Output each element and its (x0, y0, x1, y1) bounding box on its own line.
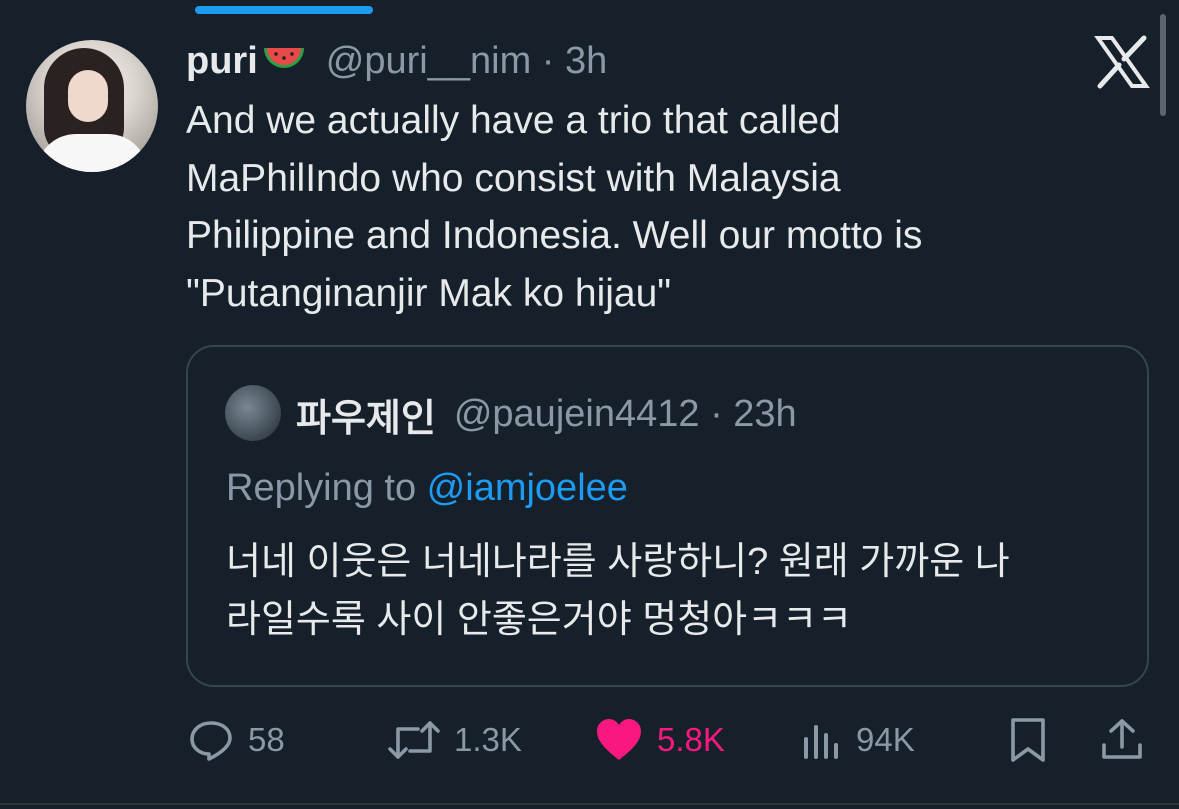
handle-and-time[interactable]: @puri__nim · 3h (326, 40, 607, 83)
reply-count: 58 (248, 721, 285, 758)
heart-icon (597, 719, 641, 760)
quote-display-name: 파우제인 (296, 397, 436, 440)
replying-to: Replying to @iamjoelee (226, 467, 628, 510)
like-count: 5.8K (657, 721, 725, 758)
quote-tweet-card[interactable]: 파우제인 @paujein4412 · 23h Replying to @iam… (186, 345, 1149, 687)
tweet-header: puri @puri__nim · 3h (186, 36, 607, 86)
action-bar: 58 1.3K 5.8K 94K (0, 710, 1179, 770)
like-button[interactable]: 5.8K (595, 710, 725, 770)
share-icon (1102, 719, 1142, 759)
tweet-text: And we actually have a trio that called … (186, 99, 923, 315)
reply-icon (190, 721, 232, 761)
views-count: 94K (856, 721, 915, 758)
avatar[interactable] (26, 40, 158, 172)
quote-text: 너네 이웃은 너네나라를 사랑하니? 원래 가까운 나 라일수록 사이 안좋은거… (226, 541, 1010, 641)
bookmark-button[interactable] (1009, 710, 1061, 770)
quote-header: 파우제인 @paujein4412 · 23h (296, 387, 797, 441)
bookmark-icon (1011, 718, 1045, 762)
views-button[interactable]: 94K (802, 710, 915, 770)
reply-button[interactable]: 58 (188, 710, 285, 770)
quote-handle-and-time: @paujein4412 · 23h (453, 392, 797, 435)
views-icon (804, 725, 838, 759)
x-logo-icon[interactable] (1094, 34, 1150, 90)
quote-avatar[interactable] (225, 385, 281, 441)
divider (0, 803, 1179, 805)
scrollbar[interactable] (1160, 14, 1166, 116)
repost-button[interactable]: 1.3K (388, 710, 522, 770)
repost-icon (388, 721, 440, 759)
share-button[interactable] (1099, 710, 1159, 770)
watermelon-icon (262, 44, 306, 78)
repost-count: 1.3K (454, 721, 522, 758)
display-name[interactable]: puri (186, 40, 258, 83)
replying-mention-link[interactable]: @iamjoelee (427, 467, 628, 509)
loading-progress-bar (195, 6, 373, 14)
replying-prefix: Replying to (226, 467, 427, 509)
